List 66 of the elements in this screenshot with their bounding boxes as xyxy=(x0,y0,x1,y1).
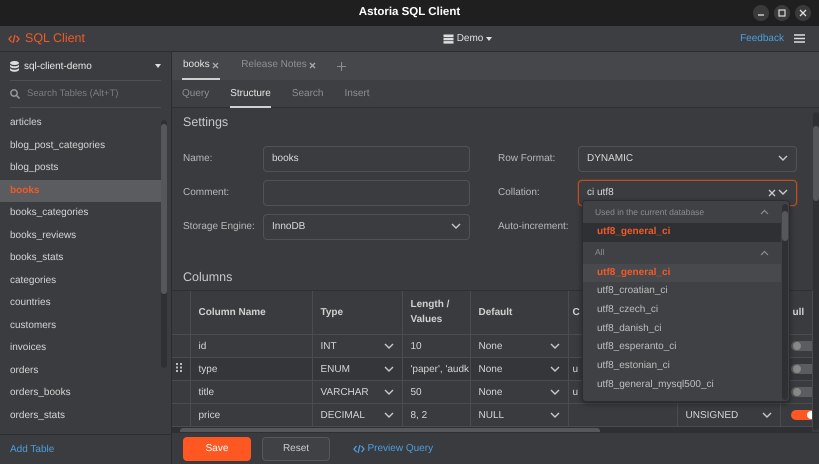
table-cell: price xyxy=(198,410,220,420)
table-cell: u xyxy=(572,364,578,374)
table-list-item[interactable]: articles xyxy=(0,112,161,134)
app-name: SQL Client xyxy=(25,30,85,48)
reset-button[interactable]: Reset xyxy=(262,436,330,460)
select-field[interactable]: InnoDB xyxy=(263,214,470,240)
feedback-link[interactable]: Feedback xyxy=(740,31,784,46)
table-list-item[interactable]: orders_books xyxy=(0,382,161,404)
field-label: Auto-increment: xyxy=(498,220,570,234)
preview-query-link[interactable]: Preview Query xyxy=(353,441,434,456)
dropdown-option[interactable]: utf8_croatian_ci xyxy=(583,282,781,302)
table-cell: 'paper', 'audk xyxy=(410,364,469,374)
table-cell: 8, 2 xyxy=(410,410,428,420)
tab[interactable]: Structure xyxy=(230,80,271,108)
table-list-item[interactable]: countries xyxy=(0,292,161,314)
select-cell[interactable]: None xyxy=(478,338,560,354)
select-cell[interactable]: VARCHAR xyxy=(320,384,394,400)
table-list-item[interactable]: invoices xyxy=(0,337,161,360)
table-list-item[interactable]: categories xyxy=(0,270,161,292)
table-cell: id xyxy=(198,340,206,352)
table-list-item[interactable]: books_categories xyxy=(0,202,161,224)
field-label: Comment: xyxy=(183,186,230,200)
table-list-item[interactable]: orders xyxy=(0,360,161,382)
table-list-item[interactable]: customers xyxy=(0,314,161,337)
table-list-item[interactable]: orders_stats xyxy=(0,404,161,427)
connection-name[interactable]: sql-client-demo xyxy=(24,58,92,74)
text-field[interactable]: books xyxy=(263,146,470,172)
add-table-link[interactable]: Add Table xyxy=(10,442,54,457)
group-header: All xyxy=(595,246,604,260)
field-label: Name: xyxy=(183,152,214,166)
select-cell[interactable]: NULL xyxy=(478,408,560,422)
table-cell: type xyxy=(198,364,218,374)
table-cell: 50 xyxy=(410,386,422,398)
dropdown-option[interactable]: utf8_esperanto_ci xyxy=(583,338,781,358)
table-cell: 10 xyxy=(410,340,422,352)
select-cell[interactable]: INT xyxy=(320,338,394,354)
table-list-item[interactable]: books_stats xyxy=(0,247,161,270)
table-list-item[interactable]: books_reviews xyxy=(0,224,161,247)
column-header: Column Name xyxy=(198,306,266,318)
select-cell[interactable]: DECIMAL xyxy=(320,408,394,422)
dropdown-option[interactable]: utf8_czech_ci xyxy=(583,301,781,320)
group-header: Used in the current database xyxy=(595,206,704,218)
column-header: C xyxy=(572,306,580,318)
window-title: Astoria SQL Client xyxy=(358,5,460,20)
field-label: Storage Engine: xyxy=(183,220,256,234)
dropdown-option[interactable]: utf8_estonian_ci xyxy=(583,357,781,376)
dropdown-option[interactable]: utf8_danish_ci xyxy=(583,320,781,338)
column-header: Type xyxy=(320,306,344,318)
dropdown-option[interactable]: utf8_general_mysql500_ci xyxy=(583,376,781,394)
database-dropdown[interactable]: Demo xyxy=(456,31,484,46)
section-title: Columns xyxy=(182,268,232,286)
field-label: Collation: xyxy=(498,186,541,200)
table-list-item[interactable]: blog_posts xyxy=(0,157,161,180)
table-cell: u xyxy=(572,386,578,398)
column-header: ull xyxy=(792,306,804,318)
table-cell: title xyxy=(198,386,214,398)
search-field[interactable]: Search Tables (Alt+T) xyxy=(25,86,161,102)
column-header: Default xyxy=(478,306,512,318)
table-list-item[interactable]: blog_post_categories xyxy=(0,134,161,157)
select-cell[interactable]: None xyxy=(478,384,560,400)
select-field[interactable]: DYNAMIC xyxy=(578,146,797,172)
column-header: Length / Values xyxy=(410,299,450,326)
field-label: Row Format: xyxy=(498,152,556,166)
select-cell[interactable]: UNSIGNED xyxy=(686,408,772,422)
dropdown-option[interactable]: utf8_general_ci xyxy=(583,223,781,242)
section-title: Settings xyxy=(182,114,230,131)
